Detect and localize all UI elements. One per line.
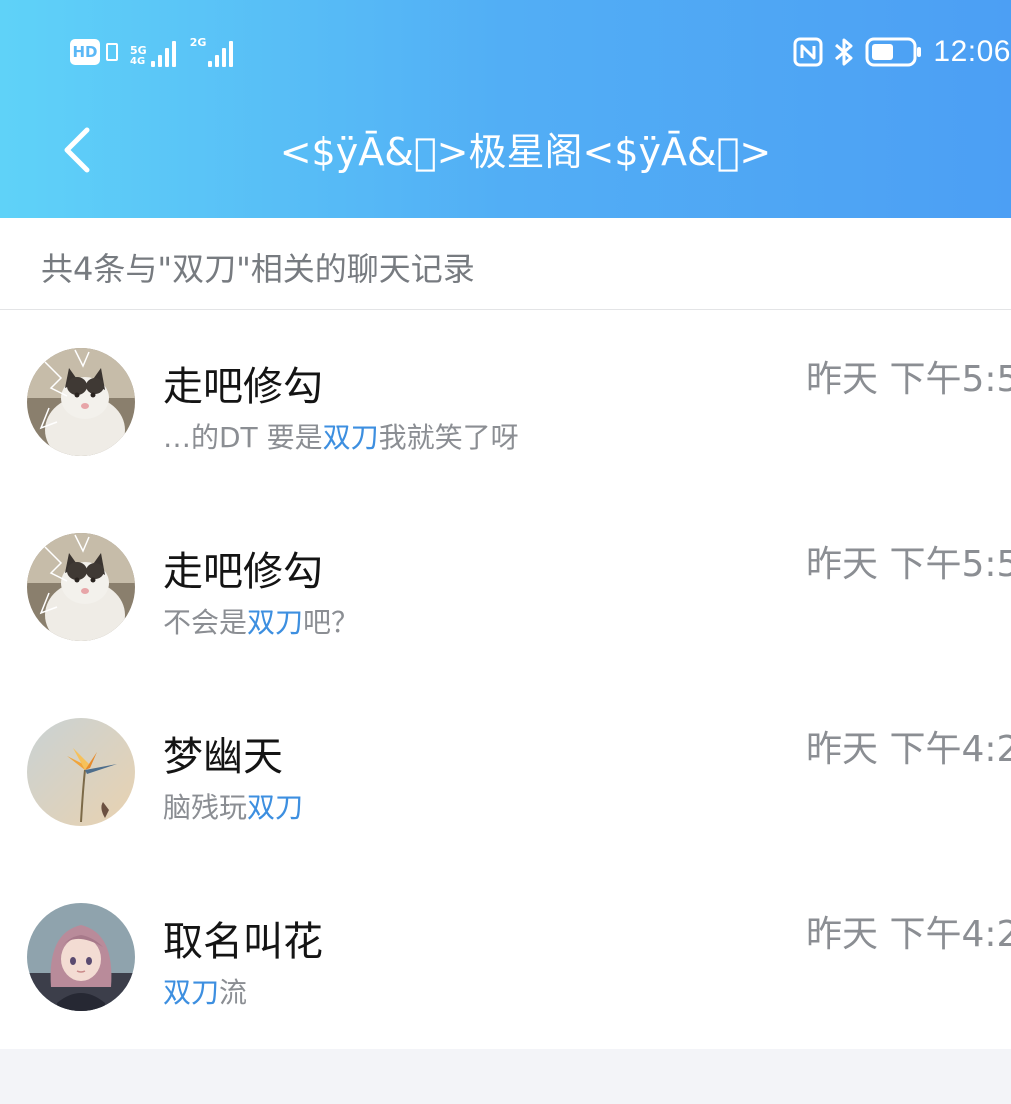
status-time: 12:06 (933, 35, 1011, 68)
signal-strength-1: 5G 4G (130, 37, 176, 67)
network-subtype-label: 4G (130, 56, 146, 67)
bluetooth-icon (833, 36, 855, 68)
contact-name: 取名叫花 (163, 919, 323, 965)
network-type-label-2: 2G (189, 36, 207, 49)
sim-card-icon (106, 43, 118, 61)
message-snippet: 双刀流 (163, 971, 247, 1011)
contact-name: 梦幽天 (163, 734, 283, 780)
keyword-highlight: 双刀 (163, 976, 220, 1009)
status-bar-right: 12:06 (793, 34, 1011, 70)
status-bar-left: HD 5G 4G 2G (70, 36, 241, 68)
search-summary: 共4条与"双刀"相关的聊天记录 (0, 218, 1011, 310)
snippet-text: …的DT 要是 (163, 421, 323, 454)
keyword-highlight: 双刀 (322, 421, 379, 454)
message-snippet: 不会是双刀吧？ (163, 601, 359, 641)
bird-of-paradise-avatar[interactable] (27, 718, 135, 826)
nfc-icon (793, 37, 823, 67)
hd-voice-icon: HD (70, 39, 100, 65)
snippet-text: 脑残玩 (163, 791, 248, 824)
snippet-text: 我就笑了呀 (378, 421, 519, 454)
snippet-text: 不会是 (163, 606, 248, 639)
message-time: 昨天 下午4:2 (806, 914, 1011, 955)
battery-icon (865, 36, 923, 68)
app-header: HD 5G 4G 2G (0, 0, 1011, 218)
network-type-label: 5G (130, 44, 147, 57)
chat-record-row[interactable]: 梦幽天 脑残玩双刀 昨天 下午4:2 (0, 680, 1011, 865)
signal-bars-icon (208, 39, 234, 67)
anime-girl-avatar[interactable] (27, 903, 135, 1011)
list-footer (0, 1049, 1011, 1104)
search-summary-text: 共4条与"双刀"相关的聊天记录 (41, 250, 475, 288)
keyword-highlight: 双刀 (247, 606, 304, 639)
message-time: 昨天 下午5:5 (806, 359, 1011, 400)
contact-name: 走吧修勾 (163, 549, 323, 595)
cat-avatar[interactable] (27, 533, 135, 641)
contact-name: 走吧修勾 (163, 364, 323, 410)
message-time: 昨天 下午4:2 (806, 729, 1011, 770)
message-time: 昨天 下午5:5 (806, 544, 1011, 585)
chat-record-row[interactable]: 取名叫花 双刀流 昨天 下午4:2 (0, 865, 1011, 1050)
chat-record-row[interactable]: 走吧修勾 不会是双刀吧？ 昨天 下午5:5 (0, 495, 1011, 680)
chevron-left-icon (64, 127, 90, 173)
cat-avatar[interactable] (27, 348, 135, 456)
back-button[interactable] (52, 120, 102, 180)
keyword-highlight: 双刀 (247, 791, 304, 824)
snippet-text: 流 (219, 976, 248, 1009)
chat-record-row[interactable]: 走吧修勾 …的DT 要是双刀我就笑了呀 昨天 下午5:5 (0, 310, 1011, 495)
signal-strength-2: 2G (190, 37, 234, 67)
page-title: <$ÿĀ& >极星阁<$ÿĀ& > (279, 130, 772, 174)
message-snippet: 脑残玩双刀 (163, 786, 303, 826)
signal-bars-icon (150, 39, 176, 67)
message-snippet: …的DT 要是双刀我就笑了呀 (163, 416, 519, 456)
snippet-text: 吧？ (303, 606, 360, 639)
chat-record-list: 走吧修勾 …的DT 要是双刀我就笑了呀 昨天 下午5:5 走吧修勾 不会是双刀吧… (0, 310, 1011, 1050)
